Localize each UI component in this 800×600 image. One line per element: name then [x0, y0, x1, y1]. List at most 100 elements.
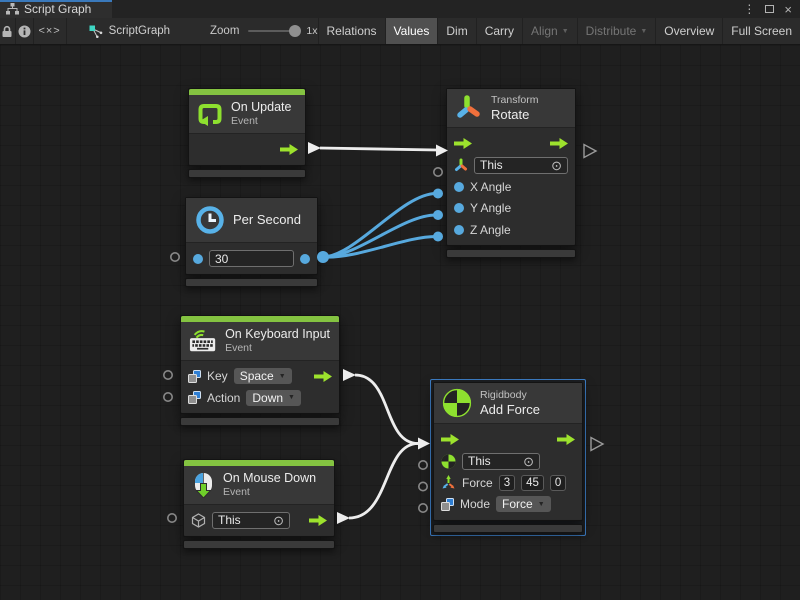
mouse-down-icon	[192, 472, 215, 498]
rigidbody-icon	[442, 388, 472, 418]
overview-button[interactable]: Overview	[655, 18, 722, 44]
node-title: On Mouse Down	[223, 471, 316, 486]
unconnected-port-ring[interactable]	[164, 371, 172, 379]
full-screen-button[interactable]: Full Screen	[722, 18, 800, 44]
node-subtitle: Event	[225, 342, 330, 355]
unconnected-port-ring[interactable]	[434, 168, 442, 176]
graph-name-text: ScriptGraph	[109, 25, 170, 37]
info-icon	[18, 25, 31, 38]
wire-persecond-to-yangle[interactable]	[323, 215, 436, 257]
zoom-slider-handle[interactable]	[289, 25, 301, 37]
unity-visual-scripting-window: Script Graph ⋮ × <×> ScriptGraph Zoom 1x	[0, 0, 800, 600]
distribute-button[interactable]: Distribute▼	[577, 18, 656, 44]
wire-keyboard-to-addforce[interactable]	[355, 375, 418, 444]
on-update-icon	[197, 102, 223, 126]
values-button[interactable]: Values	[385, 18, 438, 44]
wire-end-dot	[433, 232, 443, 242]
zoom-value: 1x	[306, 25, 317, 37]
y-angle-port[interactable]	[454, 203, 464, 213]
rigidbody-mini-icon	[441, 454, 456, 469]
keyboard-icon	[189, 328, 217, 353]
lock-button[interactable]	[0, 18, 16, 44]
mouse-target-field[interactable]: This ⊙	[212, 512, 290, 529]
target-picker-icon[interactable]: ⊙	[273, 514, 284, 527]
transform-mini-icon	[454, 158, 468, 172]
carry-button[interactable]: Carry	[476, 18, 522, 44]
relations-button[interactable]: Relations	[318, 18, 385, 44]
unconnected-port-ring[interactable]	[419, 482, 427, 490]
panel-menu-icon[interactable]: ⋮	[743, 2, 755, 16]
wire-end-arrow	[418, 438, 430, 450]
node-footer	[180, 417, 340, 426]
key-dropdown[interactable]: Space ▼	[234, 368, 292, 384]
action-dropdown[interactable]: Down ▼	[246, 390, 301, 406]
x-angle-port[interactable]	[454, 182, 464, 192]
force-x-field[interactable]: 3	[499, 475, 515, 491]
gameobject-cube-icon	[191, 513, 206, 528]
zoom-slider[interactable]	[248, 30, 296, 32]
flow-output-port[interactable]	[314, 371, 332, 382]
node-group: Transform	[491, 94, 538, 107]
unconnected-flow-triangle[interactable]	[584, 145, 596, 158]
wire-persecond-to-zangle[interactable]	[323, 237, 436, 258]
rotate-this-field[interactable]: This ⊙	[474, 157, 568, 174]
wire-persecond-to-xangle[interactable]	[323, 194, 436, 258]
info-button[interactable]	[16, 18, 34, 44]
node-add-force[interactable]: Rigidbody Add Force	[433, 382, 583, 533]
flow-output-port[interactable]	[550, 138, 568, 149]
add-force-this-field[interactable]: This ⊙	[462, 453, 540, 470]
node-title: Per Second	[233, 212, 301, 228]
force-y-field[interactable]: 45	[521, 475, 544, 491]
unconnected-port-ring[interactable]	[171, 253, 179, 261]
unconnected-port-ring[interactable]	[419, 504, 427, 512]
flow-input-port[interactable]	[441, 434, 459, 445]
clock-icon	[195, 205, 225, 235]
maximize-icon[interactable]	[765, 5, 774, 13]
align-button[interactable]: Align▼	[522, 18, 577, 44]
flow-output-port[interactable]	[280, 144, 298, 155]
code-view-button[interactable]: <×>	[34, 18, 67, 44]
lock-icon	[1, 25, 13, 38]
wire-junction-dot	[317, 251, 329, 263]
node-on-mouse-down[interactable]: On Mouse Down Event This ⊙	[183, 459, 335, 549]
tab-title: Script Graph	[24, 2, 91, 16]
flow-output-port[interactable]	[557, 434, 575, 445]
flow-input-port[interactable]	[454, 138, 472, 149]
toolbar-toggle-group: Relations Values Dim Carry Align▼ Distri…	[318, 18, 800, 44]
per-second-value-field[interactable]: 30	[209, 250, 294, 267]
wire-mouse-to-addforce[interactable]	[349, 444, 418, 519]
wire-update-to-rotate[interactable]	[320, 148, 437, 150]
graph-toolbar: <×> ScriptGraph Zoom 1x Relations Values…	[0, 18, 800, 45]
z-angle-port[interactable]	[454, 225, 464, 235]
target-picker-icon[interactable]: ⊙	[551, 159, 562, 172]
transform-icon	[455, 94, 483, 122]
graph-canvas[interactable]: On Update Event	[0, 45, 800, 600]
mode-dropdown[interactable]: Force ▼	[496, 496, 551, 512]
chevron-down-icon: ▼	[279, 373, 286, 380]
unconnected-port-ring[interactable]	[164, 393, 172, 401]
chevron-down-icon: ▼	[562, 28, 569, 35]
node-on-update[interactable]: On Update Event	[188, 88, 306, 178]
target-picker-icon[interactable]: ⊙	[523, 455, 534, 468]
per-second-output-port[interactable]	[300, 254, 310, 264]
node-footer	[446, 249, 576, 258]
close-icon[interactable]: ×	[784, 3, 792, 16]
force-z-field[interactable]: 0	[550, 475, 566, 491]
unconnected-port-ring[interactable]	[419, 461, 427, 469]
tab-script-graph[interactable]: Script Graph	[0, 0, 112, 18]
unconnected-port-ring[interactable]	[168, 514, 176, 522]
node-on-keyboard-input[interactable]: On Keyboard Input Event Key Space ▼	[180, 315, 340, 426]
node-subtitle: Event	[223, 486, 316, 499]
node-footer	[185, 278, 318, 287]
tab-bar: Script Graph ⋮ ×	[0, 0, 800, 18]
node-add-force-selection: Rigidbody Add Force	[430, 379, 586, 536]
node-title: Add Force	[480, 402, 540, 418]
unconnected-flow-triangle[interactable]	[591, 438, 603, 451]
node-rotate[interactable]: Transform Rotate	[446, 88, 576, 258]
node-title: On Keyboard Input	[225, 327, 330, 342]
flow-output-port[interactable]	[309, 515, 327, 526]
node-per-second[interactable]: Per Second 30	[185, 197, 318, 287]
node-title: On Update	[231, 100, 291, 115]
dim-button[interactable]: Dim	[437, 18, 475, 44]
per-second-input-port[interactable]	[193, 254, 203, 264]
